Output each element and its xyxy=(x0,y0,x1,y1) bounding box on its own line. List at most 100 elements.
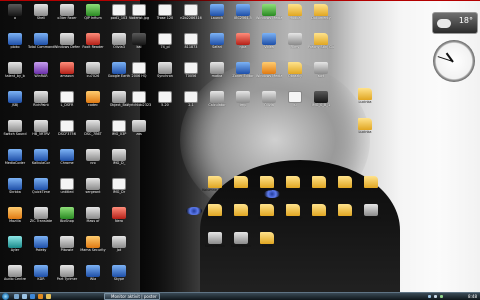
desktop-icon[interactable]: Part Tyrimer xyxy=(54,265,80,292)
desktop-icon[interactable]: Videa xyxy=(256,33,282,60)
taskbar-task-button[interactable]: Monitor aktivit | poster xyxy=(104,293,160,300)
desktop-icon[interactable]: 5-20 xyxy=(152,91,178,118)
desktop-icon[interactable]: KalkulaCor xyxy=(28,149,54,176)
desktop-icon[interactable]: Synchron xyxy=(152,62,178,89)
desktop-icon[interactable]: njca xyxy=(230,33,256,60)
desktop-icon[interactable]: ploko xyxy=(2,33,28,60)
browser-quicklaunch-icon[interactable] xyxy=(30,294,35,299)
desktop-icon[interactable]: Kanda xyxy=(254,232,280,259)
desktop-icon[interactable]: Windows Media Center xyxy=(256,4,282,31)
desktop-icon[interactable]: Ayler xyxy=(2,236,28,263)
desktop-icon[interactable]: Obrazky xyxy=(282,62,308,89)
desktop-icon[interactable]: Launch xyxy=(204,4,230,31)
desktop-icon[interactable]: nro xyxy=(80,149,106,176)
desktop-icon[interactable]: n2b2286316 xyxy=(178,4,204,31)
tray-clock[interactable]: 8:48 xyxy=(468,293,477,300)
desktop-icon[interactable]: Nova slozka xyxy=(306,176,332,203)
desktop-icon[interactable]: L_DSFR xyxy=(54,91,80,118)
desktop-icon[interactable]: 2006 HQ xyxy=(126,62,152,89)
desktop-icon[interactable]: Calculator xyxy=(204,91,230,118)
desktop-icon[interactable]: Brubo xyxy=(358,176,384,203)
desktop-icon[interactable]: ESMS xyxy=(254,176,280,203)
start-button[interactable] xyxy=(2,293,9,300)
desktop-icon[interactable]: Windows Media Player xyxy=(256,62,282,89)
desktop-icon[interactable]: Kompresion xyxy=(202,232,228,259)
desktop-icon[interactable]: Humoranje xyxy=(228,204,254,231)
desktop-icon[interactable]: Humoranje - Bring It On! xyxy=(332,204,358,231)
desktop-icon[interactable]: Foxit Reader xyxy=(80,33,106,60)
desktop-icon[interactable]: ZIC Translate xyxy=(28,207,54,234)
desktop-icon[interactable]: Pikowie xyxy=(54,236,80,263)
desktop-icon[interactable]: BioShop xyxy=(54,207,80,234)
desktop-icon[interactable]: 2-1 xyxy=(178,91,204,118)
desktop-icon[interactable]: untitled xyxy=(54,178,80,205)
desktop-icon[interactable]: Humoranje xyxy=(280,204,306,231)
desktop-icon[interactable]: Dvinok Dzlio xyxy=(332,176,358,203)
network-icon[interactable] xyxy=(428,295,431,298)
desktop-icon[interactable]: codec xyxy=(80,91,106,118)
desktop-icon[interactable]: Humoranje xyxy=(254,204,280,231)
desktop-icon[interactable]: Kompresion xyxy=(228,232,254,259)
desktop-icon[interactable]: Wia xyxy=(80,265,106,292)
desktop-icon[interactable]: IMG_D_ xyxy=(106,149,132,176)
desktop-icon[interactable]: WinRAR xyxy=(28,62,54,89)
desktop-icon[interactable]: Nero xyxy=(106,207,132,234)
desktop-icon[interactable]: T0056 xyxy=(178,62,204,89)
explorer-quicklaunch-icon[interactable] xyxy=(46,294,51,299)
desktop-icon[interactable]: Shell xyxy=(28,4,54,31)
desktop-icon[interactable]: sort xyxy=(308,62,334,89)
desktop-icon[interactable]: Total Commander xyxy=(28,33,54,60)
desktop-icon[interactable]: Dokumenty xyxy=(308,4,334,31)
desktop-icon[interactable]: 74_pl xyxy=(152,33,178,60)
desktop-icon[interactable]: Vodenst.jpg xyxy=(126,4,152,31)
desktop-icon[interactable]: cu7026 xyxy=(80,62,106,89)
desktop-icon[interactable]: RichPaint xyxy=(28,91,54,118)
desktop-icon[interactable]: Filmy xyxy=(282,33,308,60)
desktop-icon[interactable]: Mass of xyxy=(80,207,106,234)
desktop-icon[interactable]: Windows Defender xyxy=(54,33,80,60)
desktop-icon[interactable]: Beren Pivsky xyxy=(228,176,254,203)
show-desktop-icon[interactable] xyxy=(14,294,19,299)
clock-gadget[interactable] xyxy=(433,40,475,82)
desktop-icon[interactable]: JSBJ xyxy=(2,91,28,118)
desktop-icon[interactable]: 811873 xyxy=(178,33,204,60)
desktop-icon[interactable]: Vyrichlob2323 xyxy=(126,91,152,118)
desktop-icon[interactable]: Olivia xyxy=(256,91,282,118)
desktop-icon[interactable]: Skype xyxy=(106,265,132,292)
desktop-icon[interactable]: Kolumne Plisek xyxy=(202,176,228,203)
desktop-icon[interactable]: Mozilla xyxy=(2,207,28,234)
desktop-icon[interactable]: Lucinka xyxy=(352,88,378,115)
desktop-icon[interactable]: QIP Infium xyxy=(80,4,106,31)
battery-icon[interactable] xyxy=(440,295,443,298)
desktop-icon[interactable]: zas xyxy=(126,120,152,147)
switch-windows-icon[interactable] xyxy=(22,294,27,299)
desktop-icon[interactable]: HB_5RTRV xyxy=(28,120,54,147)
desktop-icon[interactable]: Humoranje xyxy=(202,204,228,231)
desktop-icon[interactable]: Safari xyxy=(204,33,230,60)
desktop-icon[interactable]: o xyxy=(2,4,28,31)
volume-icon[interactable] xyxy=(434,295,437,298)
desktop-icon[interactable]: QuickTime xyxy=(28,178,54,205)
desktop-icon[interactable]: Audio Centre xyxy=(2,265,28,292)
desktop-icon[interactable]: talent_by_b xyxy=(2,62,28,89)
desktop-icon[interactable]: matka xyxy=(204,62,230,89)
desktop-icon[interactable]: Humoranje xyxy=(306,204,332,231)
desktop-icon[interactable]: DSC_7B6T xyxy=(80,120,106,147)
desktop-icon[interactable]: Nova slozka xyxy=(280,176,306,203)
desktop-icon[interactable]: Skrbka xyxy=(2,178,28,205)
desktop-icon[interactable]: Zoner Editor xyxy=(230,62,256,89)
desktop-icon[interactable]: Jot xyxy=(106,236,132,263)
desktop-icon[interactable]: Lucinka xyxy=(352,118,378,145)
desktop-icon[interactable]: sergeant xyxy=(80,178,106,205)
desktop-icon[interactable]: IBC2564-5 xyxy=(230,4,256,31)
desktop-icon[interactable]: Poleky xyxy=(28,236,54,263)
desktop-icon[interactable]: Trose 120 xyxy=(152,4,178,31)
media-player-quicklaunch-icon[interactable] xyxy=(38,294,43,299)
desktop-icon[interactable]: Pracny Stlnj Clovelka xyxy=(308,33,334,60)
desktop-icon[interactable]: o3ter Faxer xyxy=(54,4,80,31)
desktop-icon[interactable]: MediaCoder xyxy=(2,149,28,176)
desktop-icon[interactable]: Switch Sound xyxy=(2,120,28,147)
weather-gadget[interactable]: 18° xyxy=(432,12,478,34)
desktop-icon[interactable]: IMG_Dr xyxy=(106,178,132,205)
desktop-icon[interactable]: tmp xyxy=(230,91,256,118)
